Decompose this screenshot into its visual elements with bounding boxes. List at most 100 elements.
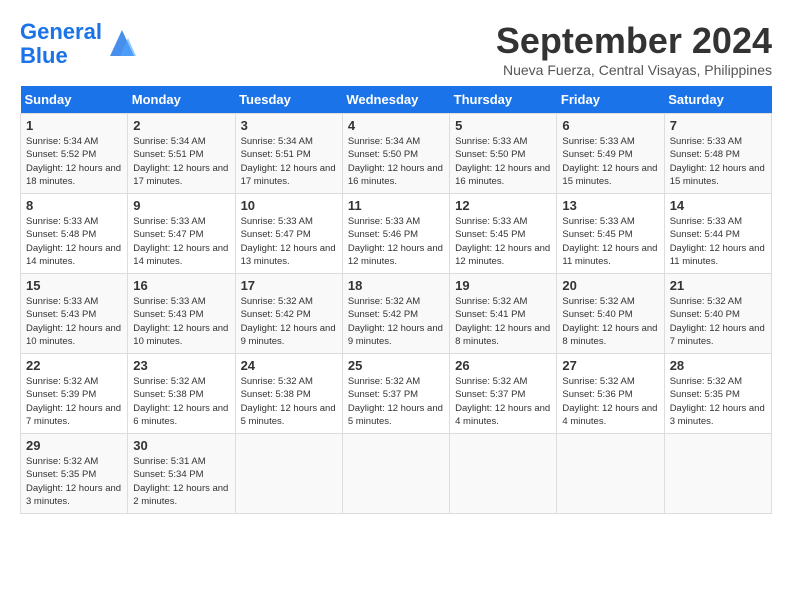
- calendar-week-row: 8 Sunrise: 5:33 AM Sunset: 5:48 PM Dayli…: [21, 194, 772, 274]
- calendar-cell: [450, 434, 557, 514]
- day-number: 13: [562, 198, 658, 213]
- day-number: 30: [133, 438, 229, 453]
- day-info: Sunrise: 5:33 AM Sunset: 5:43 PM Dayligh…: [133, 295, 229, 348]
- calendar-cell: 28 Sunrise: 5:32 AM Sunset: 5:35 PM Dayl…: [664, 354, 771, 434]
- calendar-header-tuesday: Tuesday: [235, 86, 342, 114]
- day-info: Sunrise: 5:33 AM Sunset: 5:46 PM Dayligh…: [348, 215, 444, 268]
- calendar-header-monday: Monday: [128, 86, 235, 114]
- calendar-header-friday: Friday: [557, 86, 664, 114]
- day-number: 19: [455, 278, 551, 293]
- calendar-week-row: 22 Sunrise: 5:32 AM Sunset: 5:39 PM Dayl…: [21, 354, 772, 434]
- calendar-header-sunday: Sunday: [21, 86, 128, 114]
- day-number: 1: [26, 118, 122, 133]
- title-area: September 2024 Nueva Fuerza, Central Vis…: [496, 20, 772, 78]
- day-number: 7: [670, 118, 766, 133]
- day-info: Sunrise: 5:34 AM Sunset: 5:51 PM Dayligh…: [133, 135, 229, 188]
- day-number: 22: [26, 358, 122, 373]
- day-info: Sunrise: 5:32 AM Sunset: 5:41 PM Dayligh…: [455, 295, 551, 348]
- calendar-cell: 2 Sunrise: 5:34 AM Sunset: 5:51 PM Dayli…: [128, 114, 235, 194]
- day-info: Sunrise: 5:32 AM Sunset: 5:42 PM Dayligh…: [241, 295, 337, 348]
- day-info: Sunrise: 5:32 AM Sunset: 5:35 PM Dayligh…: [26, 455, 122, 508]
- logo-icon: [106, 28, 138, 60]
- day-number: 23: [133, 358, 229, 373]
- calendar-cell: 11 Sunrise: 5:33 AM Sunset: 5:46 PM Dayl…: [342, 194, 449, 274]
- calendar-week-row: 1 Sunrise: 5:34 AM Sunset: 5:52 PM Dayli…: [21, 114, 772, 194]
- day-info: Sunrise: 5:32 AM Sunset: 5:39 PM Dayligh…: [26, 375, 122, 428]
- calendar-cell: 21 Sunrise: 5:32 AM Sunset: 5:40 PM Dayl…: [664, 274, 771, 354]
- day-number: 11: [348, 198, 444, 213]
- day-number: 9: [133, 198, 229, 213]
- day-info: Sunrise: 5:33 AM Sunset: 5:48 PM Dayligh…: [26, 215, 122, 268]
- day-number: 17: [241, 278, 337, 293]
- day-info: Sunrise: 5:32 AM Sunset: 5:42 PM Dayligh…: [348, 295, 444, 348]
- day-info: Sunrise: 5:34 AM Sunset: 5:50 PM Dayligh…: [348, 135, 444, 188]
- day-number: 16: [133, 278, 229, 293]
- calendar-cell: 22 Sunrise: 5:32 AM Sunset: 5:39 PM Dayl…: [21, 354, 128, 434]
- day-info: Sunrise: 5:32 AM Sunset: 5:38 PM Dayligh…: [133, 375, 229, 428]
- day-info: Sunrise: 5:32 AM Sunset: 5:38 PM Dayligh…: [241, 375, 337, 428]
- month-title: September 2024: [496, 20, 772, 62]
- day-info: Sunrise: 5:31 AM Sunset: 5:34 PM Dayligh…: [133, 455, 229, 508]
- day-info: Sunrise: 5:32 AM Sunset: 5:40 PM Dayligh…: [562, 295, 658, 348]
- day-number: 29: [26, 438, 122, 453]
- calendar-cell: 7 Sunrise: 5:33 AM Sunset: 5:48 PM Dayli…: [664, 114, 771, 194]
- calendar-cell: 9 Sunrise: 5:33 AM Sunset: 5:47 PM Dayli…: [128, 194, 235, 274]
- calendar-cell: 25 Sunrise: 5:32 AM Sunset: 5:37 PM Dayl…: [342, 354, 449, 434]
- day-number: 20: [562, 278, 658, 293]
- header: General Blue September 2024 Nueva Fuerza…: [20, 20, 772, 78]
- day-info: Sunrise: 5:33 AM Sunset: 5:50 PM Dayligh…: [455, 135, 551, 188]
- calendar-cell: 17 Sunrise: 5:32 AM Sunset: 5:42 PM Dayl…: [235, 274, 342, 354]
- calendar-cell: 30 Sunrise: 5:31 AM Sunset: 5:34 PM Dayl…: [128, 434, 235, 514]
- day-info: Sunrise: 5:32 AM Sunset: 5:37 PM Dayligh…: [348, 375, 444, 428]
- calendar-cell: 1 Sunrise: 5:34 AM Sunset: 5:52 PM Dayli…: [21, 114, 128, 194]
- calendar-cell: [664, 434, 771, 514]
- calendar-cell: 8 Sunrise: 5:33 AM Sunset: 5:48 PM Dayli…: [21, 194, 128, 274]
- calendar-cell: 24 Sunrise: 5:32 AM Sunset: 5:38 PM Dayl…: [235, 354, 342, 434]
- calendar-cell: 18 Sunrise: 5:32 AM Sunset: 5:42 PM Dayl…: [342, 274, 449, 354]
- day-info: Sunrise: 5:32 AM Sunset: 5:40 PM Dayligh…: [670, 295, 766, 348]
- calendar-cell: [557, 434, 664, 514]
- day-number: 3: [241, 118, 337, 133]
- logo: General Blue: [20, 20, 138, 68]
- day-number: 4: [348, 118, 444, 133]
- calendar-cell: 20 Sunrise: 5:32 AM Sunset: 5:40 PM Dayl…: [557, 274, 664, 354]
- day-number: 26: [455, 358, 551, 373]
- day-info: Sunrise: 5:32 AM Sunset: 5:35 PM Dayligh…: [670, 375, 766, 428]
- calendar-cell: 12 Sunrise: 5:33 AM Sunset: 5:45 PM Dayl…: [450, 194, 557, 274]
- day-info: Sunrise: 5:33 AM Sunset: 5:45 PM Dayligh…: [455, 215, 551, 268]
- day-info: Sunrise: 5:33 AM Sunset: 5:48 PM Dayligh…: [670, 135, 766, 188]
- day-info: Sunrise: 5:33 AM Sunset: 5:47 PM Dayligh…: [241, 215, 337, 268]
- day-number: 24: [241, 358, 337, 373]
- day-number: 10: [241, 198, 337, 213]
- day-info: Sunrise: 5:33 AM Sunset: 5:49 PM Dayligh…: [562, 135, 658, 188]
- day-info: Sunrise: 5:34 AM Sunset: 5:52 PM Dayligh…: [26, 135, 122, 188]
- day-number: 8: [26, 198, 122, 213]
- day-info: Sunrise: 5:33 AM Sunset: 5:44 PM Dayligh…: [670, 215, 766, 268]
- calendar-cell: 23 Sunrise: 5:32 AM Sunset: 5:38 PM Dayl…: [128, 354, 235, 434]
- calendar-cell: [235, 434, 342, 514]
- day-number: 14: [670, 198, 766, 213]
- day-number: 27: [562, 358, 658, 373]
- day-number: 2: [133, 118, 229, 133]
- calendar-cell: 5 Sunrise: 5:33 AM Sunset: 5:50 PM Dayli…: [450, 114, 557, 194]
- calendar-week-row: 29 Sunrise: 5:32 AM Sunset: 5:35 PM Dayl…: [21, 434, 772, 514]
- calendar-cell: 3 Sunrise: 5:34 AM Sunset: 5:51 PM Dayli…: [235, 114, 342, 194]
- calendar-cell: 26 Sunrise: 5:32 AM Sunset: 5:37 PM Dayl…: [450, 354, 557, 434]
- calendar-cell: 29 Sunrise: 5:32 AM Sunset: 5:35 PM Dayl…: [21, 434, 128, 514]
- calendar-header-saturday: Saturday: [664, 86, 771, 114]
- calendar-week-row: 15 Sunrise: 5:33 AM Sunset: 5:43 PM Dayl…: [21, 274, 772, 354]
- calendar-cell: 15 Sunrise: 5:33 AM Sunset: 5:43 PM Dayl…: [21, 274, 128, 354]
- day-info: Sunrise: 5:32 AM Sunset: 5:37 PM Dayligh…: [455, 375, 551, 428]
- day-number: 12: [455, 198, 551, 213]
- location-title: Nueva Fuerza, Central Visayas, Philippin…: [496, 62, 772, 78]
- day-number: 28: [670, 358, 766, 373]
- calendar-cell: 4 Sunrise: 5:34 AM Sunset: 5:50 PM Dayli…: [342, 114, 449, 194]
- day-info: Sunrise: 5:34 AM Sunset: 5:51 PM Dayligh…: [241, 135, 337, 188]
- calendar-cell: 10 Sunrise: 5:33 AM Sunset: 5:47 PM Dayl…: [235, 194, 342, 274]
- day-info: Sunrise: 5:33 AM Sunset: 5:43 PM Dayligh…: [26, 295, 122, 348]
- calendar-table: SundayMondayTuesdayWednesdayThursdayFrid…: [20, 86, 772, 514]
- day-number: 25: [348, 358, 444, 373]
- calendar-cell: 14 Sunrise: 5:33 AM Sunset: 5:44 PM Dayl…: [664, 194, 771, 274]
- day-number: 21: [670, 278, 766, 293]
- day-number: 15: [26, 278, 122, 293]
